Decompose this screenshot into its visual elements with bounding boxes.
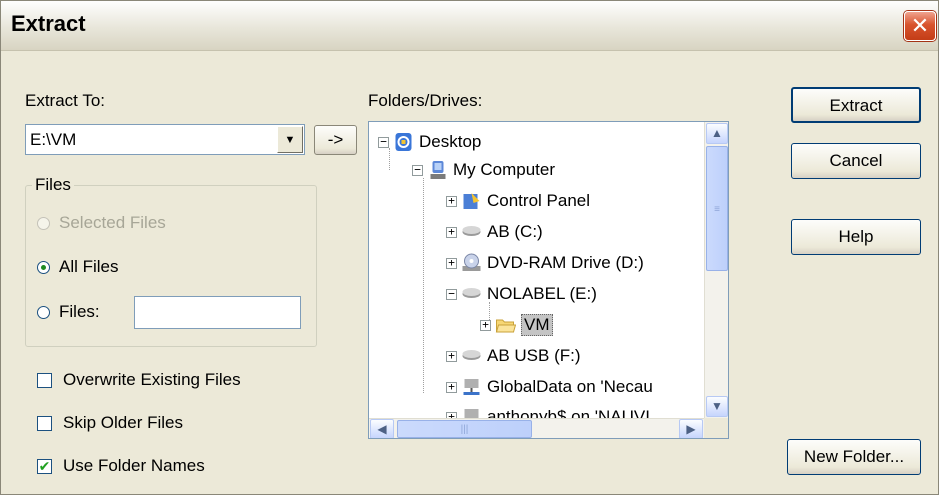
scroll-up-button[interactable]: ▲	[706, 123, 728, 144]
checkbox-box	[37, 372, 52, 388]
tree-item[interactable]: − NOLABEL (E:)	[446, 279, 597, 309]
scroll-thumb[interactable]: ≡	[706, 146, 728, 271]
chevron-down-icon: ▼	[284, 134, 296, 146]
combo-dropdown-button[interactable]: ▼	[277, 126, 303, 153]
expand-icon[interactable]: +	[446, 350, 457, 362]
tree-item-label: Desktop	[419, 132, 482, 151]
dvd-drive-icon	[462, 253, 481, 271]
close-button[interactable]: ✕	[904, 11, 936, 41]
hard-drive-icon	[462, 350, 481, 360]
folders-label: Folders/Drives:	[368, 91, 483, 110]
tree-item-label: My Computer	[453, 160, 556, 179]
extract-to-combo[interactable]: E:\VM ▼	[25, 124, 305, 155]
expand-icon[interactable]: +	[446, 381, 457, 393]
dialog-title: Extract	[11, 11, 86, 36]
tree-item-label: AB (C:)	[487, 222, 543, 241]
hard-drive-icon	[462, 288, 481, 298]
expand-icon[interactable]: +	[446, 195, 457, 207]
radio-selected-files[interactable]: Selected Files	[37, 213, 166, 233]
tree-item[interactable]: − My Computer	[412, 155, 555, 185]
chevron-down-icon: ▼	[711, 399, 723, 413]
tree-item[interactable]: + DVD-RAM Drive (D:)	[446, 248, 644, 278]
tree-item[interactable]: + AB (C:)	[446, 217, 543, 247]
checkbox-skip-older-label: Skip Older Files	[63, 413, 183, 432]
chevron-right-icon: ▶	[686, 422, 696, 436]
hard-drive-icon	[462, 226, 481, 236]
folder-icon	[495, 319, 516, 333]
folder-tree[interactable]: − Desktop − My Computer + Control Panel …	[368, 121, 729, 439]
tree-item-label: GlobalData on 'Necau	[487, 377, 653, 396]
scroll-thumb[interactable]: |||	[397, 420, 532, 438]
control-panel-icon	[463, 193, 480, 209]
radio-indicator	[37, 216, 50, 230]
radio-all-files-label: All Files	[59, 257, 119, 276]
chevron-left-icon: ◀	[377, 422, 387, 436]
checkbox-skip-older[interactable]: Skip Older Files	[37, 413, 183, 433]
extract-to-label: Extract To:	[25, 91, 105, 110]
browse-arrow-button[interactable]: ->	[314, 125, 357, 155]
checkbox-use-folder-names[interactable]: ✔ Use Folder Names	[37, 456, 205, 476]
vertical-scrollbar[interactable]: ▲ ≡ ▼	[704, 122, 728, 418]
checkbox-use-folder-names-label: Use Folder Names	[63, 456, 205, 475]
extract-button[interactable]: Extract	[791, 87, 921, 123]
radio-selected-files-label: Selected Files	[59, 213, 166, 232]
radio-all-files[interactable]: All Files	[37, 257, 119, 277]
tree-item[interactable]: + AB USB (F:)	[446, 341, 581, 371]
tree-item[interactable]: − Desktop	[378, 127, 481, 157]
new-folder-button[interactable]: New Folder...	[787, 439, 921, 475]
tree-item[interactable]: + GlobalData on 'Necau	[446, 372, 653, 402]
title-bar[interactable]: Extract ✕	[1, 1, 938, 51]
checkbox-overwrite-label: Overwrite Existing Files	[63, 370, 241, 389]
network-drive-icon	[463, 379, 480, 395]
scroll-down-button[interactable]: ▼	[706, 396, 728, 417]
tree-item-selected[interactable]: + VM	[480, 310, 553, 340]
extract-to-value: E:\VM	[30, 130, 77, 149]
expand-icon[interactable]: +	[446, 226, 457, 238]
radio-files-label: Files:	[59, 302, 100, 321]
extract-dialog: Extract ✕ Extract To: E:\VM ▼ -> Files S…	[0, 0, 939, 495]
expand-icon[interactable]: +	[446, 257, 457, 269]
checkmark-icon: ✔	[37, 457, 52, 474]
tree-item-label: Control Panel	[487, 191, 591, 210]
radio-files[interactable]: Files:	[37, 302, 100, 322]
radio-indicator	[37, 305, 50, 319]
help-button[interactable]: Help	[791, 219, 921, 255]
desktop-icon	[395, 133, 412, 151]
tree-item-label: VM	[521, 314, 553, 336]
scroll-left-button[interactable]: ◀	[370, 419, 394, 438]
files-group-legend: Files	[35, 175, 71, 194]
collapse-icon[interactable]: −	[446, 288, 457, 300]
collapse-icon[interactable]: −	[378, 136, 389, 148]
checkbox-box	[37, 415, 52, 431]
checkbox-overwrite[interactable]: Overwrite Existing Files	[37, 370, 241, 390]
files-pattern-input[interactable]	[134, 296, 301, 329]
tree-item[interactable]: + Control Panel	[446, 186, 590, 216]
tree-item-label: AB USB (F:)	[487, 346, 581, 365]
tree-item-label: NOLABEL (E:)	[487, 284, 597, 303]
tree-item-label: DVD-RAM Drive (D:)	[487, 253, 644, 272]
cancel-button[interactable]: Cancel	[791, 143, 921, 179]
chevron-up-icon: ▲	[711, 126, 723, 140]
horizontal-scrollbar[interactable]: ◀ ||| ▶	[369, 418, 704, 438]
close-icon: ✕	[910, 13, 930, 38]
computer-icon	[430, 161, 446, 179]
expand-icon[interactable]: +	[480, 319, 491, 331]
radio-indicator	[37, 260, 50, 274]
collapse-icon[interactable]: −	[412, 164, 423, 176]
scroll-corner	[704, 418, 728, 438]
scroll-right-button[interactable]: ▶	[679, 419, 703, 438]
